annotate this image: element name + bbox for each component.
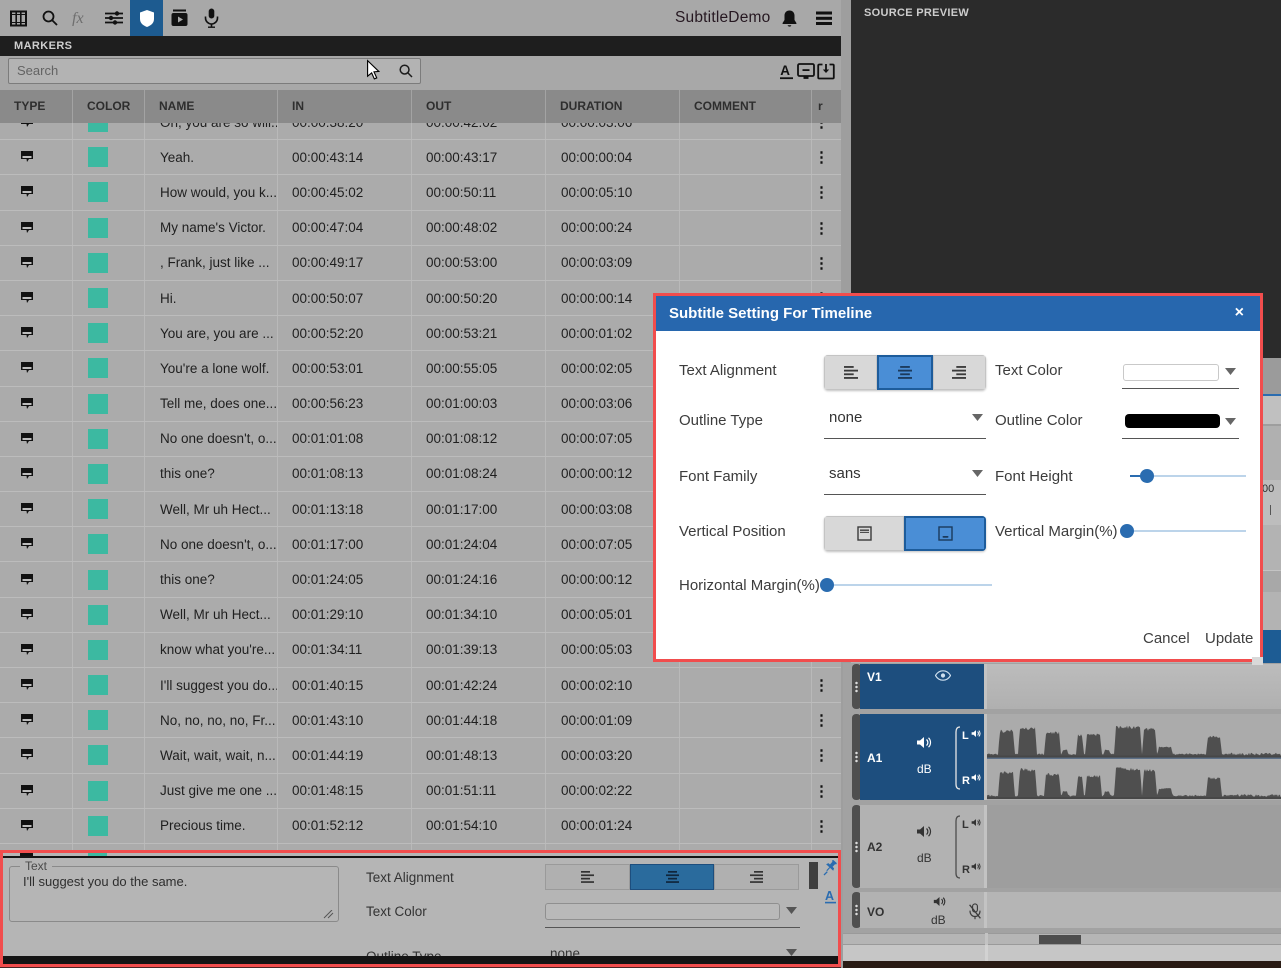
svg-text:A: A bbox=[780, 63, 790, 78]
svg-text:fx: fx bbox=[72, 10, 84, 26]
svg-text:R: R bbox=[962, 864, 970, 876]
svg-text:L: L bbox=[962, 819, 969, 831]
svg-text:R: R bbox=[962, 775, 970, 787]
svg-text:L: L bbox=[962, 730, 969, 742]
svg-text:A: A bbox=[825, 889, 834, 903]
